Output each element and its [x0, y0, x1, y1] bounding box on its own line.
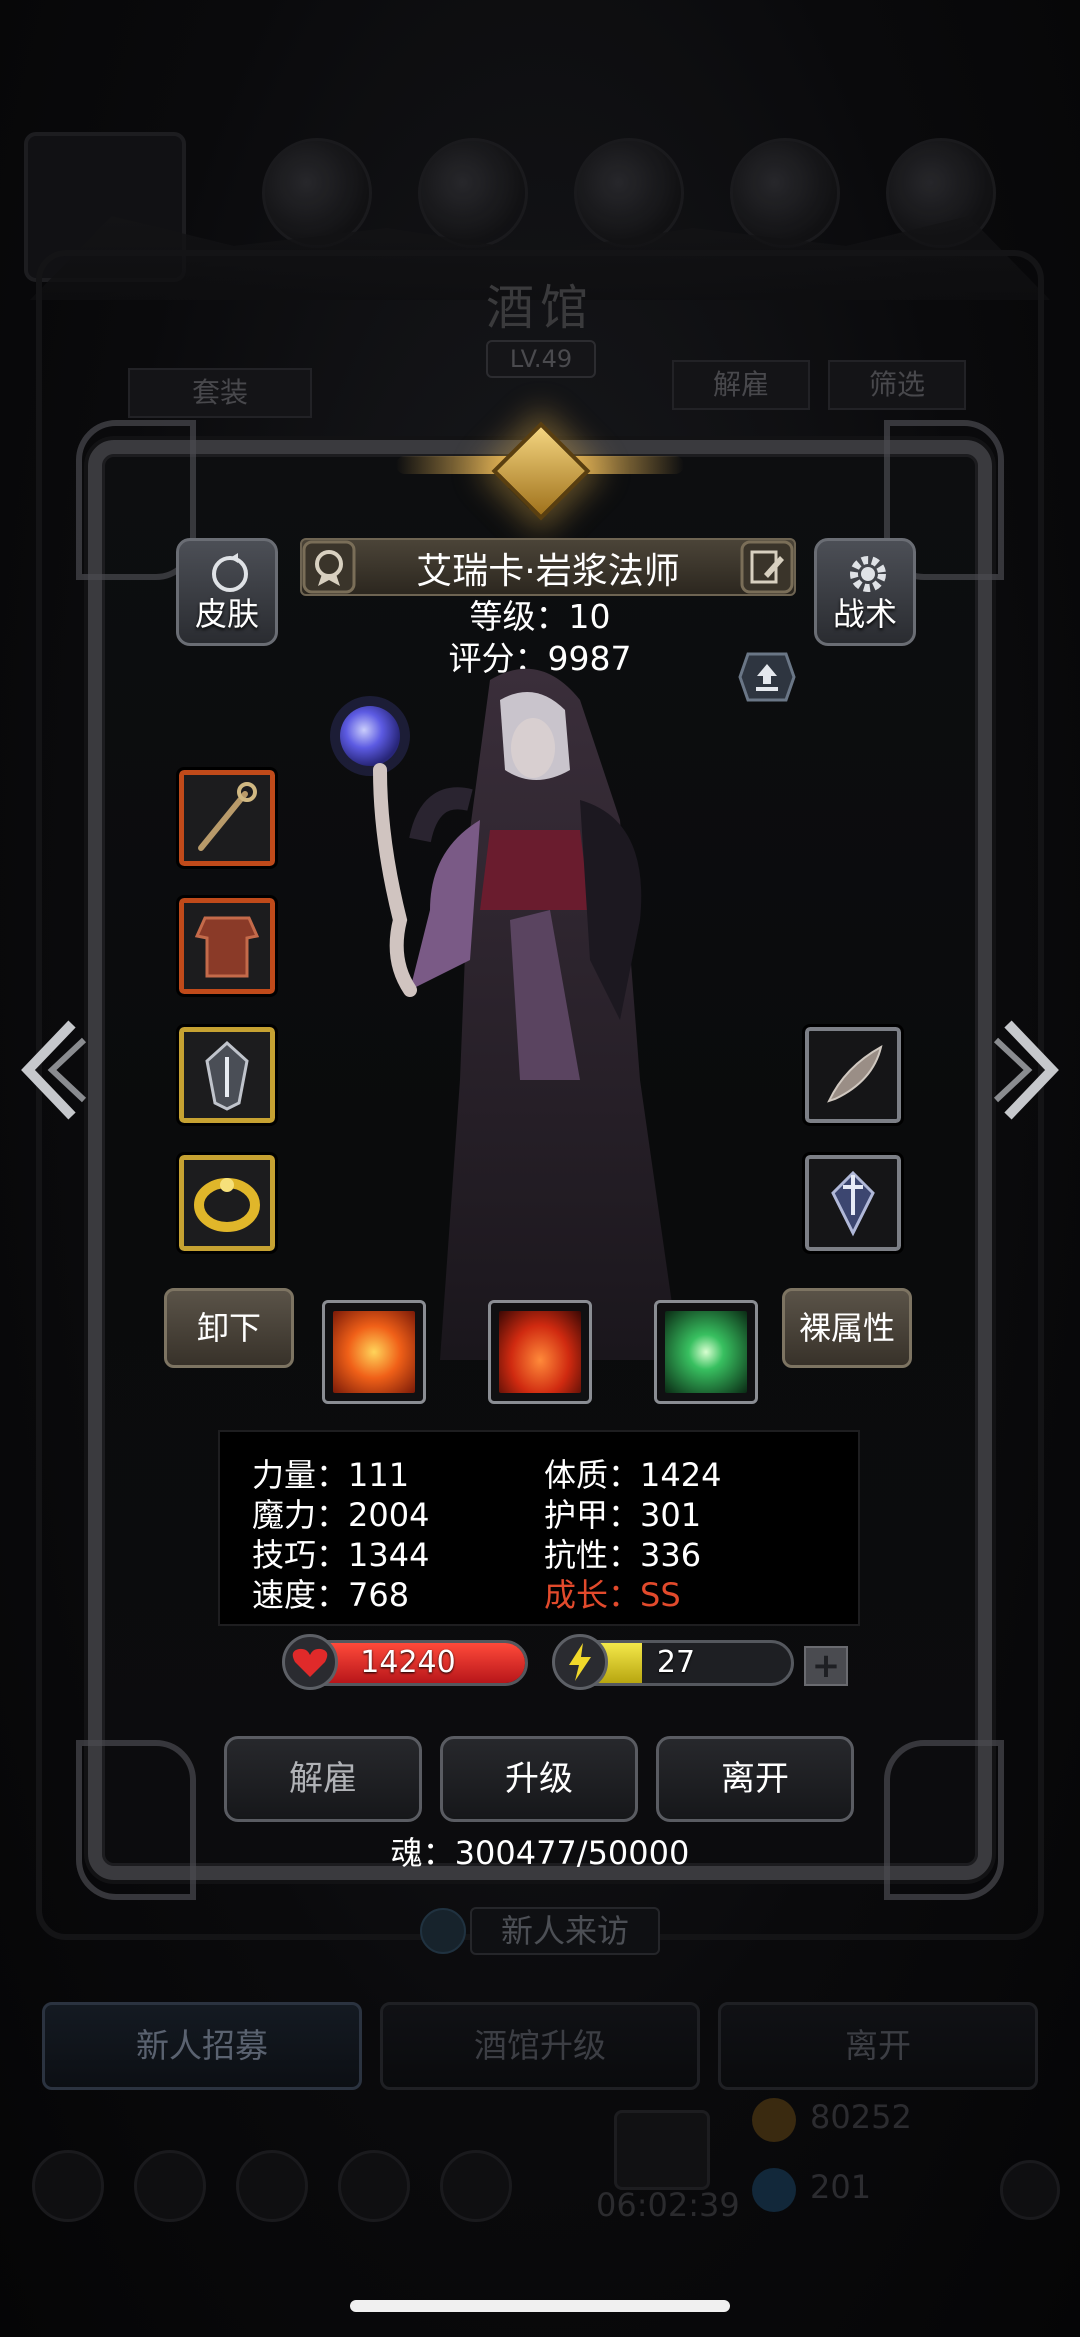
- add-icon: [1000, 2160, 1060, 2220]
- star-emblem-icon: [491, 421, 591, 521]
- new-visitor-button: 新人来访: [470, 1907, 660, 1955]
- filter-button: 筛选: [828, 360, 966, 410]
- edit-icon[interactable]: [738, 538, 796, 596]
- home-indicator[interactable]: [350, 2300, 730, 2312]
- frame-corner-decoration: [884, 1740, 1004, 1900]
- background-orb-icon: [730, 138, 840, 248]
- stats-panel: 力量：111 魔力：2004 技巧：1344 速度：768 体质：1424 护甲…: [218, 1430, 860, 1626]
- armor-icon: [194, 916, 260, 978]
- tab-tavern-upgrade: 酒馆升级: [380, 2002, 700, 2090]
- dismiss-button[interactable]: 解雇: [224, 1736, 422, 1822]
- background-dismiss-button: 解雇: [672, 360, 810, 410]
- gem-amount: 201: [810, 2168, 872, 2206]
- tavern-level: LV.49: [486, 340, 596, 378]
- sword-emblem-icon: [831, 1170, 875, 1237]
- fire-burst-icon: [333, 1311, 415, 1393]
- dock-icon: [32, 2150, 104, 2222]
- top-emblem: [396, 420, 684, 540]
- next-arrow-icon[interactable]: [988, 1010, 1068, 1130]
- equip-slot-ring[interactable]: [176, 1152, 278, 1254]
- timer-text: 06:02:39: [596, 2186, 740, 2224]
- background-orb-icon: [262, 138, 372, 248]
- skill-slot-1[interactable]: [322, 1300, 426, 1404]
- dock-icon: [338, 2150, 410, 2222]
- frame-corner-decoration: [76, 1740, 196, 1900]
- hero-name: 艾瑞卡·岩浆法师: [416, 551, 680, 592]
- equip-slot-feather[interactable]: [802, 1024, 904, 1126]
- equip-slot-armor[interactable]: [176, 895, 278, 997]
- background-orb-icon: [418, 138, 528, 248]
- gem-icon: [752, 2168, 796, 2212]
- share-icon[interactable]: [738, 650, 796, 704]
- medal-icon[interactable]: [300, 538, 358, 596]
- dock-icon: [236, 2150, 308, 2222]
- gold-coin-icon: [752, 2098, 796, 2142]
- heart-icon: [282, 1634, 338, 1690]
- skill-slot-3[interactable]: [654, 1300, 758, 1404]
- feather-icon: [827, 1045, 883, 1103]
- hero-name-bar: 艾瑞卡·岩浆法师: [300, 538, 796, 596]
- leave-button[interactable]: 离开: [656, 1736, 854, 1822]
- amulet-icon: [205, 1040, 249, 1111]
- stat-speed: 速度：768: [252, 1576, 410, 1614]
- flame-icon: [499, 1311, 581, 1393]
- staff-icon: [198, 782, 257, 851]
- equip-slot-emblem[interactable]: [802, 1152, 904, 1254]
- lightning-icon: [552, 1634, 608, 1690]
- upgrade-button[interactable]: 升级: [440, 1736, 638, 1822]
- skill-slot-2[interactable]: [488, 1300, 592, 1404]
- chest-icon: [614, 2110, 710, 2190]
- visitor-icon: [420, 1908, 466, 1954]
- ring-icon: [194, 1178, 260, 1232]
- add-energy-button[interactable]: +: [804, 1646, 848, 1686]
- naked-attributes-button[interactable]: 裸属性: [782, 1288, 912, 1368]
- green-crystal-icon: [665, 1311, 747, 1393]
- tavern-title: 酒馆: [485, 280, 594, 336]
- dock-icon: [134, 2150, 206, 2222]
- equip-slot-staff[interactable]: [176, 767, 278, 869]
- tab-recruit: 新人招募: [42, 2002, 362, 2090]
- unequip-button[interactable]: 卸下: [164, 1288, 294, 1368]
- background-orb-icon: [574, 138, 684, 248]
- stat-growth: 成长：SS: [544, 1576, 681, 1614]
- gold-amount: 80252: [810, 2098, 912, 2136]
- dock-icon: [440, 2150, 512, 2222]
- equip-slot-amulet[interactable]: [176, 1024, 278, 1126]
- tab-leave: 离开: [718, 2002, 1038, 2090]
- soul-amount: 魂：300477/50000: [390, 1834, 690, 1872]
- previous-arrow-icon[interactable]: [12, 1010, 92, 1130]
- hero-level: 等级：10: [469, 597, 611, 636]
- set-button: 套装: [128, 368, 312, 418]
